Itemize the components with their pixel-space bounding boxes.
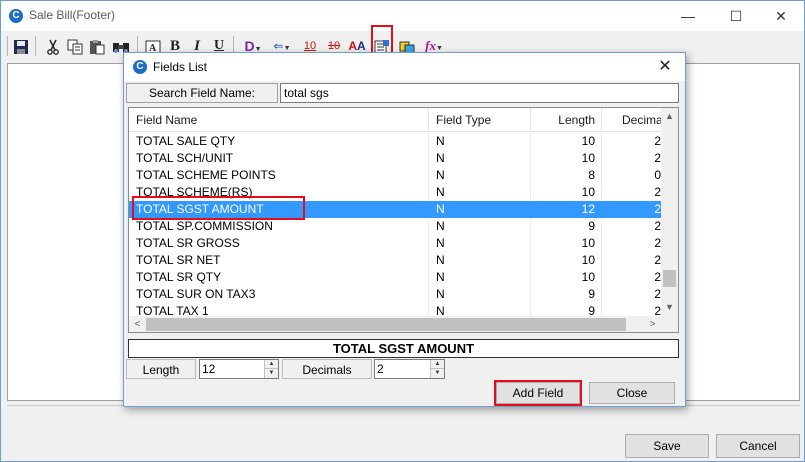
stepper-down-icon[interactable]: ▼ [265,369,278,378]
toolbar-separator [35,36,36,56]
cell-length: 9 [531,286,602,303]
table-row[interactable]: TOTAL SR GROSS N 10 2 [129,235,661,252]
toolbar-separator [7,36,8,56]
save-icon[interactable] [11,35,31,57]
cell-field-type: N [429,150,531,167]
cell-decimal: 2 [654,202,661,216]
cell-decimal: 2 [654,270,661,284]
app-logo-icon: C [133,60,147,74]
scroll-down-icon[interactable]: ▼ [661,299,678,316]
decimals-value[interactable]: 2 [377,360,384,378]
cell-decimal: 2 [654,151,661,165]
cell-field-type: N [429,218,531,235]
dialog-titlebar: C Fields List ✕ [124,53,685,81]
cell-field-name: TOTAL SR NET [129,252,429,269]
vertical-scrollbar[interactable]: ▲ ▼ [661,108,678,316]
fields-grid: Field Name Field Type Length Decimal TOT… [128,107,679,333]
table-row[interactable]: TOTAL SUR ON TAX3 N 9 2 [129,286,661,303]
stepper-arrows: ▲ ▼ [264,360,278,378]
selected-row-highlight-box [132,196,305,220]
scroll-corner [661,316,678,332]
cell-field-name: TOTAL SP.COMMISSION [129,218,429,235]
close-button[interactable]: Close [589,382,675,404]
paste-icon[interactable] [87,35,107,57]
cell-decimal: 2 [654,185,661,199]
cell-field-type: N [429,252,531,269]
cell-decimal: 2 [654,219,661,233]
window-title: Sale Bill(Footer) [29,8,116,22]
selected-field-name: TOTAL SGST AMOUNT [128,339,679,358]
scrollbar-thumb[interactable] [146,318,626,331]
cancel-button[interactable]: Cancel [716,434,800,458]
scrollbar-thumb[interactable] [663,270,676,287]
stepper-up-icon[interactable]: ▲ [265,360,278,369]
table-row[interactable]: TOTAL SCH/UNIT N 10 2 [129,150,661,167]
decimals-label: Decimals [282,359,372,379]
cell-decimal: 2 [654,253,661,267]
scroll-right-icon[interactable]: > [644,316,661,332]
search-label: Search Field Name: [126,83,278,103]
close-icon[interactable]: ✕ [758,1,804,31]
scroll-up-icon[interactable]: ▲ [661,108,678,125]
minimize-icon[interactable]: — [665,1,711,31]
cell-length: 10 [531,269,602,286]
cell-field-name: TOTAL SR QTY [129,269,429,286]
cell-length: 10 [531,252,602,269]
length-label: Length [126,359,196,379]
grid-header: Field Name Field Type Length Decimal [129,108,665,132]
cell-field-name: TOTAL SALE QTY [129,133,429,150]
cell-field-type: N [429,269,531,286]
cell-decimal: 2 [654,134,661,148]
search-input[interactable] [280,83,679,103]
table-row[interactable]: TOTAL SR QTY N 10 2 [129,269,661,286]
cell-decimal: 2 [654,236,661,250]
column-header-length[interactable]: Length [531,108,602,132]
cut-icon[interactable] [43,35,63,57]
horizontal-scrollbar[interactable]: < > [129,316,661,332]
cell-length: 10 [531,184,602,201]
cell-length: 10 [531,133,602,150]
table-row[interactable]: TOTAL SALE QTY N 10 2 [129,133,661,150]
cell-decimal: 0 [654,168,661,182]
cell-length: 12 [531,201,602,218]
copy-icon[interactable] [65,35,85,57]
stepper-arrows: ▲ ▼ [430,360,444,378]
fields-list-dialog: C Fields List ✕ Search Field Name: Field… [123,52,686,407]
cell-length: 8 [531,167,602,184]
cell-field-type: N [429,286,531,303]
app-logo-icon: C [9,9,23,23]
scroll-left-icon[interactable]: < [129,316,146,332]
cell-length: 10 [531,150,602,167]
grid-rows: TOTAL SALE QTY N 10 2 TOTAL SCH/UNIT N 10 2 TOTA… [129,133,661,320]
table-row[interactable]: TOTAL SR NET N 10 2 [129,252,661,269]
length-value[interactable]: 12 [202,360,215,378]
column-header-field-name[interactable]: Field Name [129,108,429,132]
decimals-stepper[interactable]: 2 ▲ ▼ [374,359,445,379]
close-icon[interactable]: ✕ [652,56,678,78]
cell-length: 9 [531,218,602,235]
cell-field-type: N [429,201,531,218]
table-row[interactable]: TOTAL SP.COMMISSION N 9 2 [129,218,661,235]
table-row[interactable]: TOTAL SCHEME POINTS N 8 0 [129,167,661,184]
cell-length: 10 [531,235,602,252]
stepper-down-icon[interactable]: ▼ [431,369,444,378]
main-titlebar: C Sale Bill(Footer) — ☐ ✕ [1,1,804,31]
dialog-title: Fields List [153,60,208,74]
cell-field-name: TOTAL SCH/UNIT [129,150,429,167]
cell-field-type: N [429,235,531,252]
save-button[interactable]: Save [625,434,709,458]
length-stepper[interactable]: 12 ▲ ▼ [199,359,279,379]
stepper-up-icon[interactable]: ▲ [431,360,444,369]
cell-field-name: TOTAL SCHEME POINTS [129,167,429,184]
add-field-highlight-box [494,380,582,406]
cell-field-name: TOTAL SR GROSS [129,235,429,252]
column-header-field-type[interactable]: Field Type [429,108,531,132]
cell-field-name: TOTAL SUR ON TAX3 [129,286,429,303]
cell-field-type: N [429,167,531,184]
cell-field-type: N [429,184,531,201]
maximize-icon[interactable]: ☐ [713,1,759,31]
cell-field-type: N [429,133,531,150]
cell-decimal: 2 [654,287,661,301]
